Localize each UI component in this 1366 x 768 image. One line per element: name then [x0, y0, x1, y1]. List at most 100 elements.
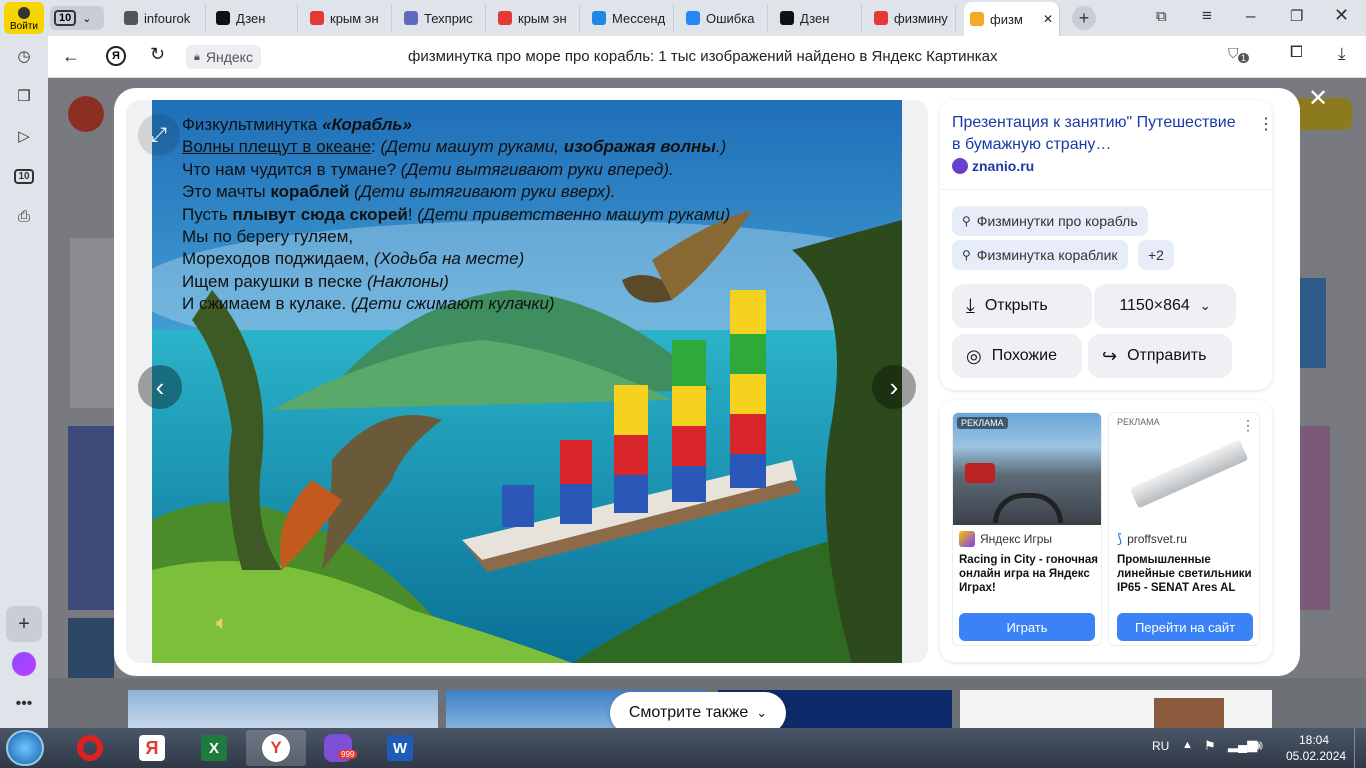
play-icon[interactable]: ▷ [12, 124, 36, 148]
ad-play-button[interactable]: Играть [959, 613, 1095, 641]
volume-icon[interactable]: 🔊︎ [1254, 737, 1263, 754]
more-icon[interactable]: ••• [12, 692, 36, 716]
tab-label: infourok [144, 10, 191, 26]
address-bar: ← Я ↻ 🔒︎ Яндекс физминутка про море про … [48, 36, 1366, 78]
browser-tab[interactable]: крым эн [304, 4, 392, 32]
next-image-button[interactable]: › [872, 365, 916, 409]
tab-favicon-icon [970, 12, 984, 26]
main-image[interactable]: Физкультминутка «Корабль» Волны плещут в … [152, 100, 902, 663]
yandex-taskbar-icon[interactable]: Я [122, 730, 182, 766]
share-icon: ↪ [1102, 345, 1118, 366]
browser-tab[interactable]: infourok [118, 4, 206, 32]
tab-close-icon[interactable]: ✕ [1043, 12, 1053, 26]
ad-visit-button[interactable]: Перейти на сайт [1117, 613, 1253, 641]
browser-tab[interactable]: Техприс [398, 4, 486, 32]
divider [940, 189, 1272, 190]
fullscreen-icon[interactable]: ⤢ [138, 114, 180, 156]
tab-label: Техприс [424, 10, 473, 26]
similar-images-button[interactable]: ◎ Похожие [952, 334, 1082, 378]
browser-tab[interactable]: Дзен [774, 4, 862, 32]
add-panel-icon[interactable]: + [6, 606, 42, 642]
ad-card-lamp[interactable]: РЕКЛАМА ⋮ ⟆ proffsvet.ru Промышленные ли… [1108, 412, 1260, 646]
network-icon[interactable]: ▂▄▆ [1228, 737, 1257, 753]
tab-label: крым эн [330, 10, 379, 26]
back-icon[interactable]: ← [62, 46, 80, 67]
ad-options-icon[interactable]: ⋮ [1241, 417, 1255, 434]
user-icon [18, 7, 30, 19]
poem-line: Мы по берегу гуляем, [182, 227, 354, 247]
tab-label: Дзен [236, 10, 266, 26]
yandex-icon[interactable]: Я [106, 46, 126, 66]
related-thumb[interactable] [128, 690, 438, 728]
poem-line: Это мачты кораблей (Дети вытягивают руки… [182, 182, 616, 202]
tab-label: физмину [894, 10, 948, 26]
tab-counter-button[interactable]: 10 ⌄ [50, 6, 104, 30]
image-size-select[interactable]: 1150×864 ⌄ [1094, 284, 1236, 328]
poem-line: Мореходов поджидаем, (Ходьба на месте) [182, 249, 525, 269]
alice-icon[interactable] [12, 652, 36, 676]
viber-taskbar-icon[interactable]: 999 [308, 730, 368, 766]
lens-icon: ◎ [966, 345, 982, 366]
reload-icon[interactable]: ↻ [150, 44, 165, 65]
clock[interactable]: 18:04 05.02.2024 [1286, 732, 1346, 764]
ad-badge: РЕКЛАМА [1117, 417, 1160, 427]
browser-tab[interactable]: крым эн [492, 4, 580, 32]
login-button[interactable]: Войти [4, 2, 44, 34]
tab-favicon-icon [216, 11, 230, 25]
page-title-address[interactable]: физминутка про море про корабль: 1 тыс и… [408, 48, 998, 65]
lock-icon: 🔒︎ [194, 50, 200, 63]
bookmarks-icon[interactable]: ⧉ [1156, 8, 1167, 25]
modal-close-button[interactable]: ✕ [1308, 84, 1328, 113]
share-button[interactable]: ↪ Отправить [1088, 334, 1232, 378]
open-image-button[interactable]: ⤓ Открыть [952, 284, 1092, 328]
show-desktop-button[interactable] [1354, 728, 1366, 768]
source-domain[interactable]: znanio.ru [952, 158, 1034, 174]
tab-count-badge: 10 [54, 10, 77, 26]
browser-tab[interactable]: Мессенд [586, 4, 674, 32]
proffsvet-icon: ⟆ [1117, 531, 1123, 546]
flag-icon[interactable]: ⚑ [1204, 738, 1216, 754]
maximize-icon[interactable]: ❐ [1290, 7, 1303, 25]
protect-icon[interactable]: ⛉ 1 [1228, 45, 1250, 67]
ad-source: Яндекс Игры [959, 531, 1052, 547]
download-icon[interactable]: ⤓ [1338, 44, 1346, 64]
history-icon[interactable]: ◷ [12, 44, 36, 68]
word-taskbar-icon[interactable]: W [370, 730, 430, 766]
source-title-link[interactable]: Презентация к занятию" Путешествие в бум… [952, 112, 1248, 156]
screenshot-icon[interactable]: ⎙ [12, 204, 36, 228]
more-chips-button[interactable]: +2 [1138, 240, 1174, 270]
more-options-icon[interactable]: ⋮ [1258, 114, 1274, 134]
tabs-count-icon[interactable]: 10 [12, 164, 36, 188]
yandex-browser-taskbar-icon[interactable]: Y [246, 730, 306, 766]
chevron-down-icon: ⌄ [756, 705, 768, 720]
new-tab-button[interactable]: + [1072, 6, 1096, 30]
related-query-chip[interactable]: ⚲ Физминутка кораблик [952, 240, 1128, 270]
menu-icon[interactable]: ≡ [1202, 6, 1212, 26]
browser-tab[interactable]: Дзен [210, 4, 298, 32]
related-query-chip[interactable]: ⚲ Физминутки про корабль [952, 206, 1148, 236]
tab-favicon-icon [780, 11, 794, 25]
bg-thumb [68, 426, 114, 610]
ad-card-game[interactable]: РЕКЛАМА Яндекс Игры Racing in City - гон… [952, 412, 1102, 646]
excel-taskbar-icon[interactable]: X [184, 730, 244, 766]
tab-label: Дзен [800, 10, 830, 26]
site-chip[interactable]: 🔒︎ Яндекс [186, 45, 261, 69]
ad-image-game [953, 413, 1101, 525]
language-indicator[interactable]: RU [1152, 739, 1169, 753]
window-close-icon[interactable]: ✕ [1334, 5, 1349, 26]
collections-icon[interactable]: ❒ [12, 84, 36, 108]
tray-arrow-icon[interactable]: ▲ [1182, 739, 1193, 751]
ad-text: Промышленные линейные светильники IP65 -… [1117, 554, 1252, 594]
windows-taskbar: Я X Y 999 W RU ▲ ⚑ ▂▄▆ 🔊︎ 18:04 05.02.20… [0, 728, 1366, 768]
browser-tab[interactable]: физмину [868, 4, 956, 32]
minimize-icon[interactable]: – [1246, 6, 1255, 26]
start-button[interactable] [6, 730, 44, 766]
browser-tab[interactable]: Ошибка [680, 4, 768, 32]
related-thumb[interactable] [960, 690, 1272, 728]
browser-tab[interactable]: физм ✕ [964, 2, 1060, 36]
tab-favicon-icon [498, 11, 512, 25]
opera-taskbar-icon[interactable] [60, 730, 120, 766]
chevron-down-icon: ⌄ [82, 12, 92, 25]
previous-image-button[interactable]: ‹ [138, 365, 182, 409]
bookmark-add-icon[interactable]: ⧠ [1290, 44, 1303, 62]
